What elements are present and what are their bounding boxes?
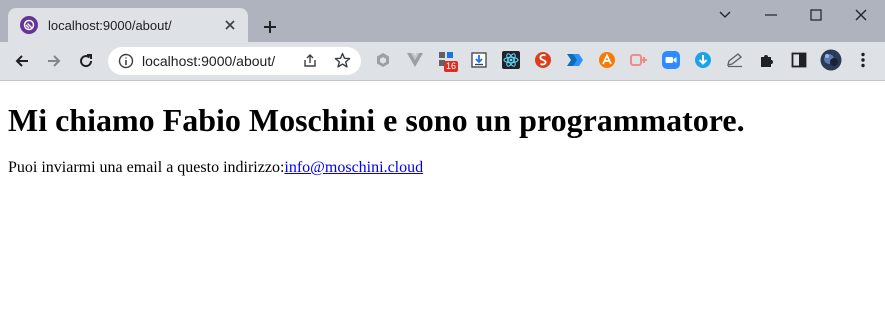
address-text: localhost:9000/about/ — [142, 53, 276, 69]
close-tab-icon[interactable] — [220, 15, 240, 35]
blue-download-extension-icon[interactable] — [694, 51, 712, 69]
forward-icon[interactable] — [42, 49, 66, 73]
contact-text: Puoi inviarmi una email a questo indiriz… — [8, 159, 285, 176]
extensions-puzzle-icon[interactable] — [758, 51, 776, 69]
vue-extension-icon[interactable] — [406, 51, 424, 69]
contact-paragraph: Puoi inviarmi una email a questo indiriz… — [8, 159, 423, 177]
profile-avatar[interactable] — [820, 49, 842, 71]
chevron-down-icon[interactable] — [710, 4, 740, 26]
tab-strip: localhost:9000/about/ — [0, 0, 885, 42]
bookmark-star-icon[interactable] — [334, 52, 351, 74]
zoom-extension-icon[interactable] — [662, 51, 680, 69]
page-heading: Mi chiamo Fabio Moschini e sono un progr… — [8, 102, 745, 138]
hexagon-extension-icon[interactable] — [374, 51, 392, 69]
puzzle-extension-icon[interactable]: 16 — [438, 51, 459, 72]
back-icon[interactable] — [10, 49, 34, 73]
tab-title: localhost:9000/about/ — [48, 17, 172, 33]
pink-extension-icon[interactable] — [630, 51, 648, 69]
address-bar[interactable]: localhost:9000/about/ — [108, 47, 361, 75]
power-automate-icon[interactable] — [566, 51, 584, 69]
page-content: Mi chiamo Fabio Moschini e sono un progr… — [0, 81, 885, 317]
react-devtools-icon[interactable] — [502, 51, 520, 69]
download-extension-icon[interactable] — [470, 51, 488, 69]
minimize-icon[interactable] — [756, 4, 786, 26]
svelte-extension-icon[interactable] — [534, 51, 552, 69]
info-icon[interactable] — [118, 53, 134, 74]
browser-tab[interactable]: localhost:9000/about/ — [8, 8, 248, 42]
browser-toolbar: localhost:9000/about/ 16 — [0, 42, 885, 80]
share-icon[interactable] — [302, 53, 318, 74]
gatsby-favicon-icon — [20, 16, 38, 34]
email-link[interactable]: info@moschini.cloud — [284, 159, 423, 176]
new-tab-icon[interactable] — [258, 15, 282, 39]
orange-extension-icon[interactable] — [598, 51, 616, 69]
maximize-icon[interactable] — [801, 4, 831, 26]
extension-badge: 16 — [444, 61, 459, 72]
kebab-menu-icon[interactable] — [854, 51, 872, 69]
reload-icon[interactable] — [74, 49, 98, 73]
side-panel-icon[interactable] — [790, 51, 808, 69]
pen-extension-icon[interactable] — [726, 51, 744, 69]
close-window-icon[interactable] — [846, 4, 876, 26]
